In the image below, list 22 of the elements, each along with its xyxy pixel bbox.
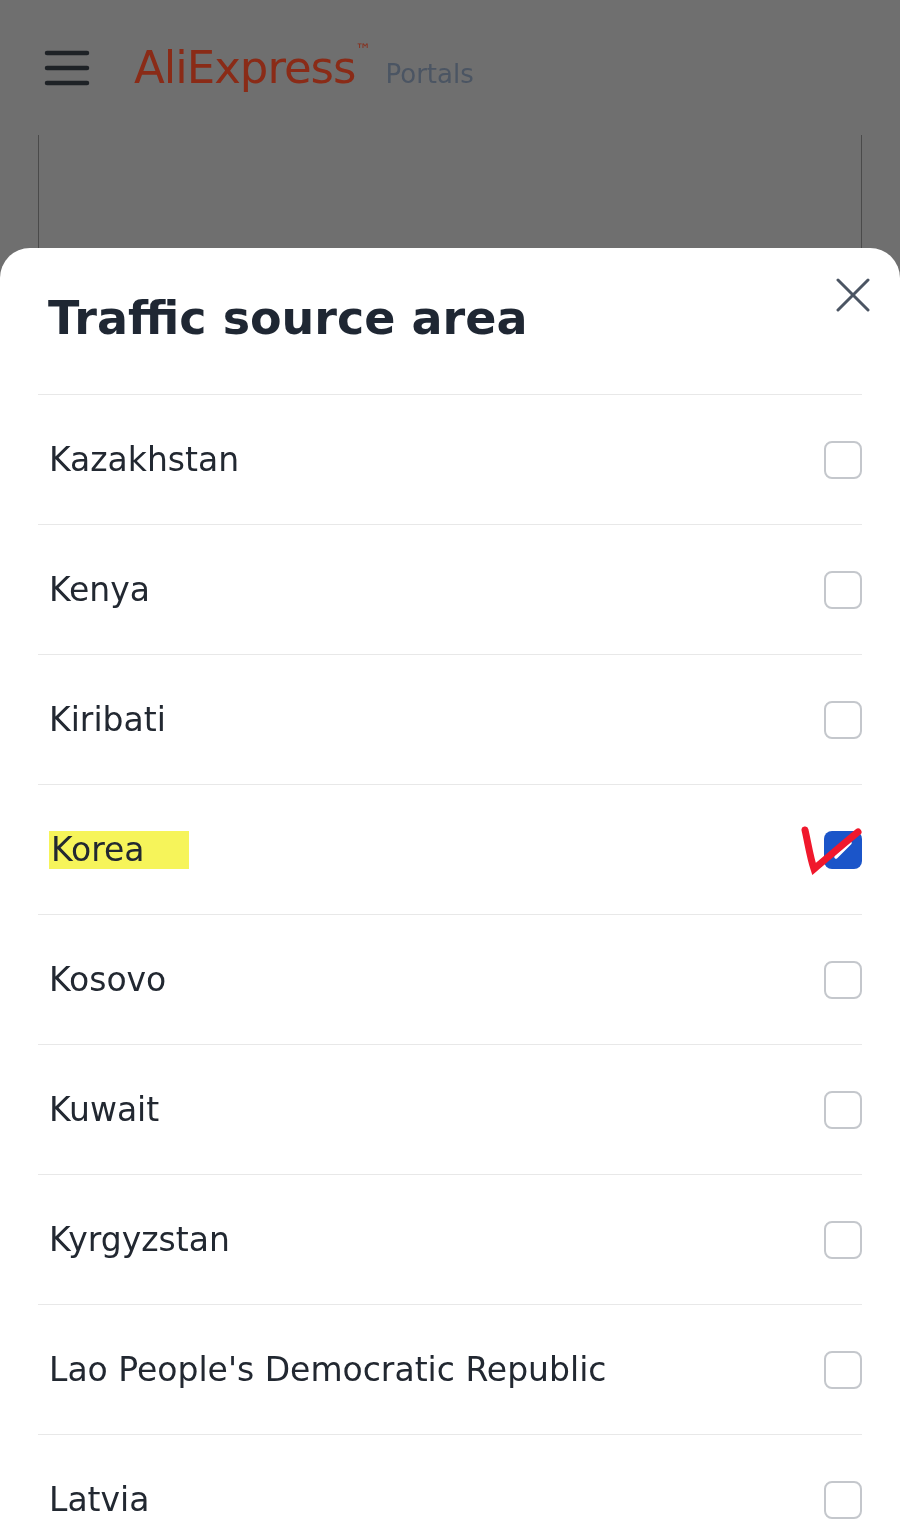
- trademark-mark: ™: [355, 41, 372, 58]
- checkbox[interactable]: [824, 440, 862, 479]
- checkbox[interactable]: [824, 570, 862, 609]
- country-label: Lao People's Democratic Republic: [49, 1350, 607, 1389]
- checkbox[interactable]: [824, 960, 862, 999]
- menu-icon[interactable]: [44, 49, 90, 86]
- checkbox[interactable]: [824, 700, 862, 739]
- country-label: Kuwait: [49, 1090, 160, 1129]
- country-label: Korea: [49, 830, 189, 869]
- checkbox[interactable]: [824, 1220, 862, 1259]
- logo[interactable]: AliExpress: [134, 33, 356, 102]
- country-label: Kosovo: [49, 960, 167, 999]
- close-icon[interactable]: [836, 278, 870, 312]
- country-label: Kiribati: [49, 700, 166, 739]
- checkbox[interactable]: [824, 1350, 862, 1389]
- country-label: Kazakhstan: [49, 440, 240, 479]
- country-label: Kyrgyzstan: [49, 1220, 230, 1259]
- checkbox[interactable]: [824, 1480, 862, 1519]
- sheet-title: Traffic source area: [48, 290, 528, 347]
- country-label: Latvia: [49, 1480, 150, 1519]
- country-label: Kenya: [49, 570, 150, 609]
- checkbox[interactable]: [824, 1090, 862, 1129]
